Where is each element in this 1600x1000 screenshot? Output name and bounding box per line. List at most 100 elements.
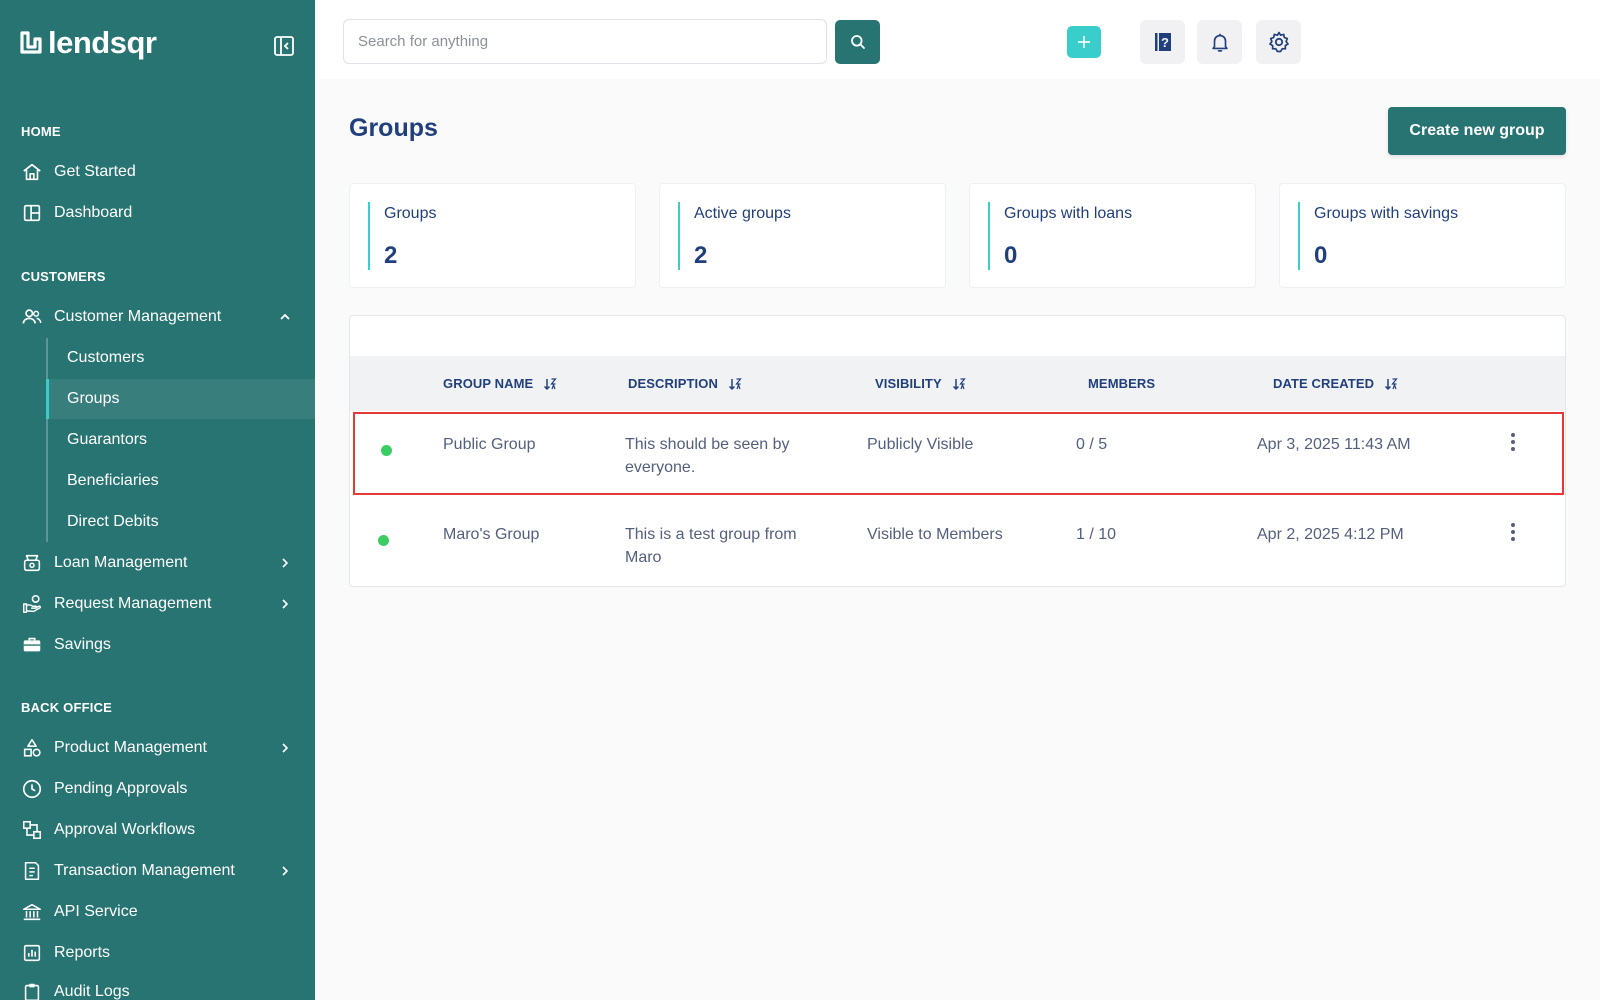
chevron-up-icon[interactable] bbox=[278, 310, 292, 324]
sidebar-item-reports[interactable]: Reports bbox=[0, 933, 315, 973]
create-new-group-button[interactable]: Create new group bbox=[1388, 107, 1566, 155]
search-icon bbox=[850, 35, 865, 49]
groups-table: GROUP NAME DESCRIPTION VISIBILITY MEMBER… bbox=[349, 315, 1566, 587]
table-row[interactable]: Public Group This should be seen by ever… bbox=[353, 412, 1564, 495]
sidebar-subitem-groups[interactable]: Groups bbox=[46, 379, 315, 419]
stat-value: 0 bbox=[1004, 242, 1018, 269]
sidebar: lendsqr HOME Get Started Dashboard CUSTO… bbox=[0, 0, 315, 1000]
sidebar-item-transaction-management[interactable]: Transaction Management bbox=[0, 851, 315, 891]
bell-icon bbox=[1211, 33, 1228, 52]
sidebar-item-product-management[interactable]: Product Management bbox=[0, 728, 315, 768]
sidebar-item-customer-management[interactable]: Customer Management bbox=[0, 297, 315, 337]
sort-icon[interactable] bbox=[728, 377, 742, 391]
chart-icon bbox=[23, 944, 41, 962]
sidebar-item-label: Transaction Management bbox=[54, 862, 235, 879]
svg-text:?: ? bbox=[1161, 35, 1169, 50]
table-header: GROUP NAME DESCRIPTION VISIBILITY MEMBER… bbox=[350, 356, 1565, 411]
column-header-label: DESCRIPTION bbox=[628, 376, 718, 391]
sidebar-item-api-service[interactable]: API Service bbox=[0, 892, 315, 932]
column-header-label: GROUP NAME bbox=[443, 376, 534, 391]
cell-description-line: Maro bbox=[625, 549, 662, 566]
lendsqr-logo-icon bbox=[20, 31, 42, 54]
collapse-sidebar-icon[interactable] bbox=[272, 34, 296, 58]
plus-icon bbox=[1078, 36, 1090, 48]
shapes-icon bbox=[23, 738, 41, 757]
sidebar-subitem-guarantors[interactable]: Guarantors bbox=[46, 420, 315, 460]
sidebar-item-label: Request Management bbox=[54, 595, 212, 612]
hand-coin-icon bbox=[23, 594, 42, 613]
row-actions-kebab-icon[interactable] bbox=[1503, 431, 1523, 453]
cell-date-created: Apr 3, 2025 11:43 AM bbox=[1257, 436, 1411, 453]
sidebar-subitem-beneficiaries[interactable]: Beneficiaries bbox=[46, 461, 315, 501]
cell-description-line: This is a test group from bbox=[625, 526, 797, 543]
cell-visibility: Visible to Members bbox=[867, 526, 1003, 543]
column-header-visibility[interactable]: VISIBILITY bbox=[875, 376, 966, 391]
sidebar-item-label: Dashboard bbox=[54, 204, 133, 221]
workflow-icon bbox=[22, 820, 42, 840]
sidebar-item-label: Pending Approvals bbox=[54, 780, 188, 797]
stat-accent-bar bbox=[1298, 202, 1300, 270]
brand-logo[interactable]: lendsqr bbox=[20, 25, 157, 60]
quick-add-button[interactable] bbox=[1067, 26, 1101, 58]
ledger-icon bbox=[24, 861, 40, 881]
settings-button[interactable] bbox=[1256, 20, 1301, 64]
page-title: Groups bbox=[349, 114, 438, 142]
clipboard-icon bbox=[24, 983, 40, 1000]
sidebar-item-label: Reports bbox=[54, 944, 111, 961]
stat-value: 2 bbox=[694, 242, 708, 269]
sort-icon[interactable] bbox=[543, 377, 558, 391]
stat-card-groups-with-loans: Groups with loans 0 bbox=[969, 183, 1256, 288]
sidebar-item-label: Loan Management bbox=[54, 554, 188, 571]
status-dot-active bbox=[378, 535, 389, 546]
sort-icon[interactable] bbox=[1384, 377, 1398, 391]
stat-card-groups: Groups 2 bbox=[349, 183, 636, 288]
column-header-date-created[interactable]: DATE CREATED bbox=[1273, 376, 1398, 391]
sidebar-item-loan-management[interactable]: Loan Management bbox=[0, 543, 315, 583]
cell-visibility: Publicly Visible bbox=[867, 436, 974, 453]
sidebar-item-label: Product Management bbox=[54, 739, 207, 756]
stat-accent-bar bbox=[368, 202, 370, 270]
sidebar-item-savings[interactable]: Savings bbox=[0, 625, 315, 665]
sidebar-subitem-customers[interactable]: Customers bbox=[46, 338, 315, 378]
sidebar-item-approval-workflows[interactable]: Approval Workflows bbox=[0, 810, 315, 850]
sidebar-item-label: Audit Logs bbox=[54, 983, 130, 1000]
cell-description-line: This should be seen by bbox=[625, 436, 790, 453]
sidebar-item-request-management[interactable]: Request Management bbox=[0, 584, 315, 624]
sidebar-item-label: Customer Management bbox=[54, 308, 222, 325]
sidebar-item-pending-approvals[interactable]: Pending Approvals bbox=[0, 769, 315, 809]
search-input[interactable] bbox=[343, 19, 827, 64]
status-dot-active bbox=[381, 445, 392, 456]
column-header-members: MEMBERS bbox=[1088, 376, 1155, 391]
table-row[interactable]: Maro's Group This is a test group from M… bbox=[350, 498, 1565, 585]
sort-icon[interactable] bbox=[952, 377, 966, 391]
chevron-right-icon[interactable] bbox=[278, 556, 292, 570]
column-header-group-name[interactable]: GROUP NAME bbox=[443, 376, 558, 391]
column-header-label: VISIBILITY bbox=[875, 376, 942, 391]
chevron-right-icon[interactable] bbox=[278, 597, 292, 611]
notifications-button[interactable] bbox=[1197, 20, 1242, 64]
cell-members: 1 / 10 bbox=[1076, 526, 1117, 543]
home-icon bbox=[23, 163, 41, 181]
stat-accent-bar bbox=[988, 202, 990, 270]
stat-label: Active groups bbox=[694, 205, 791, 222]
chevron-right-icon[interactable] bbox=[278, 864, 292, 878]
sidebar-item-label: Get Started bbox=[54, 163, 136, 180]
users-icon bbox=[22, 309, 42, 324]
help-book-icon: ? bbox=[1154, 33, 1171, 51]
sidebar-subitem-direct-debits[interactable]: Direct Debits bbox=[46, 502, 315, 542]
sidebar-item-get-started[interactable]: Get Started bbox=[0, 152, 315, 192]
stat-card-groups-with-savings: Groups with savings 0 bbox=[1279, 183, 1566, 288]
section-title-home: HOME bbox=[21, 124, 61, 139]
cell-group-name: Maro's Group bbox=[443, 526, 540, 543]
sidebar-item-dashboard[interactable]: Dashboard bbox=[0, 193, 315, 233]
sidebar-subitem-label: Guarantors bbox=[67, 431, 148, 448]
row-actions-kebab-icon[interactable] bbox=[1503, 521, 1523, 543]
column-header-description[interactable]: DESCRIPTION bbox=[628, 376, 742, 391]
sidebar-item-audit-logs[interactable]: Audit Logs bbox=[0, 972, 315, 1000]
chevron-right-icon[interactable] bbox=[278, 741, 292, 755]
help-button[interactable]: ? bbox=[1140, 20, 1185, 64]
sidebar-subitem-label: Beneficiaries bbox=[67, 472, 159, 489]
search-button[interactable] bbox=[835, 20, 880, 64]
cell-description-line: everyone. bbox=[625, 459, 696, 476]
brand-name: lendsqr bbox=[48, 25, 157, 60]
